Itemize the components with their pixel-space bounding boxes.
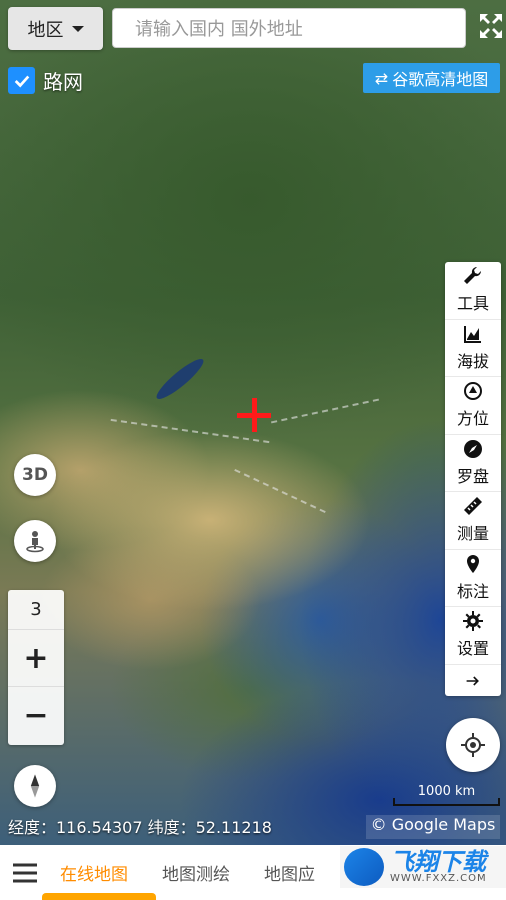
map-compass-button[interactable] xyxy=(14,765,56,807)
road-network-toggle[interactable]: 路网 xyxy=(8,66,83,95)
wrench-icon xyxy=(464,267,482,285)
scale-line xyxy=(393,798,500,806)
tab-map-apps[interactable]: 地图应 xyxy=(264,860,315,885)
tab-map-survey[interactable]: 地图测绘 xyxy=(162,860,230,885)
center-crosshair-icon xyxy=(237,398,271,432)
watermark-text: 飞翔下载 WWW.FXXZ.COM xyxy=(390,850,487,884)
zoom-out-button[interactable]: − xyxy=(8,687,64,744)
locate-me-button[interactable] xyxy=(446,718,500,772)
zoom-level: 3 xyxy=(8,590,64,630)
scale-bar: 1000 km xyxy=(393,784,500,806)
border-line xyxy=(234,468,326,514)
ruler-icon xyxy=(464,497,482,516)
region-label: 地区 xyxy=(27,19,64,41)
tool-button-tools[interactable]: 工具 xyxy=(445,262,501,320)
tool-button-elevation[interactable]: 海拔 xyxy=(445,320,501,377)
street-view-button[interactable] xyxy=(14,520,56,562)
caret-down-icon xyxy=(71,25,84,32)
satellite-map[interactable] xyxy=(0,0,506,845)
tool-button-bearing[interactable]: 方位 xyxy=(445,377,501,435)
swap-icon: ⇄ xyxy=(374,68,389,88)
tool-label: 设置 xyxy=(456,639,489,659)
tool-button-annotate[interactable]: 标注 xyxy=(445,550,501,607)
map-attribution: © Google Maps xyxy=(366,815,500,839)
tool-label: 测量 xyxy=(456,524,489,544)
zoom-control: 3 + − xyxy=(8,590,64,745)
lake-baikal xyxy=(152,354,208,404)
tool-label: 工具 xyxy=(456,294,489,314)
region-dropdown[interactable]: 地区 xyxy=(8,7,103,50)
fullscreen-icon[interactable] xyxy=(478,12,504,40)
person-icon xyxy=(26,531,44,553)
tool-label: 标注 xyxy=(456,581,489,601)
site-watermark: 飞翔下载 WWW.FXXZ.COM xyxy=(340,846,506,888)
tool-button-compass[interactable]: 罗盘 xyxy=(445,435,501,492)
watermark-subtitle: WWW.FXXZ.COM xyxy=(390,873,487,884)
expand-arrow-button[interactable] xyxy=(445,665,501,697)
tool-button-settings[interactable]: 设置 xyxy=(445,607,501,665)
bearing-icon xyxy=(464,382,482,401)
north-arrow-icon xyxy=(30,774,40,798)
watermark-logo-icon xyxy=(344,848,384,886)
search-input[interactable]: 请输入国内 国外地址 xyxy=(112,8,466,48)
tool-label: 罗盘 xyxy=(456,466,489,486)
3d-label: 3D xyxy=(22,465,48,485)
tool-label: 方位 xyxy=(456,409,489,429)
road-network-checkbox[interactable] xyxy=(8,67,35,94)
google-hd-map-button[interactable]: ⇄ 谷歌高清地图 xyxy=(363,63,500,93)
gear-icon xyxy=(463,611,483,632)
tool-label: 海拔 xyxy=(456,351,489,371)
arrow-right-icon xyxy=(466,675,479,686)
tab-online-map[interactable]: 在线地图 xyxy=(60,860,128,885)
tool-sidebar: 工具 海拔 方位 罗盘 测量 标注 设置 xyxy=(445,262,501,696)
coordinate-readout: 经度：116.54307 纬度：52.11218 xyxy=(8,818,272,837)
gps-target-icon xyxy=(461,733,485,757)
compass-icon xyxy=(464,439,482,458)
hamburger-menu-icon[interactable] xyxy=(0,845,50,900)
google-hd-label: 谷歌高清地图 xyxy=(392,70,489,89)
3d-toggle-button[interactable]: 3D xyxy=(14,454,56,496)
scale-label: 1000 km xyxy=(417,784,476,799)
zoom-in-button[interactable]: + xyxy=(8,630,64,687)
active-tab-indicator xyxy=(42,893,156,900)
border-line xyxy=(270,398,380,424)
road-network-label: 路网 xyxy=(43,70,83,94)
chart-icon xyxy=(464,325,481,343)
search-placeholder: 请输入国内 国外地址 xyxy=(135,19,303,40)
marker-icon xyxy=(467,554,479,573)
tool-button-measure[interactable]: 测量 xyxy=(445,492,501,550)
watermark-title: 飞翔下载 xyxy=(390,848,486,876)
